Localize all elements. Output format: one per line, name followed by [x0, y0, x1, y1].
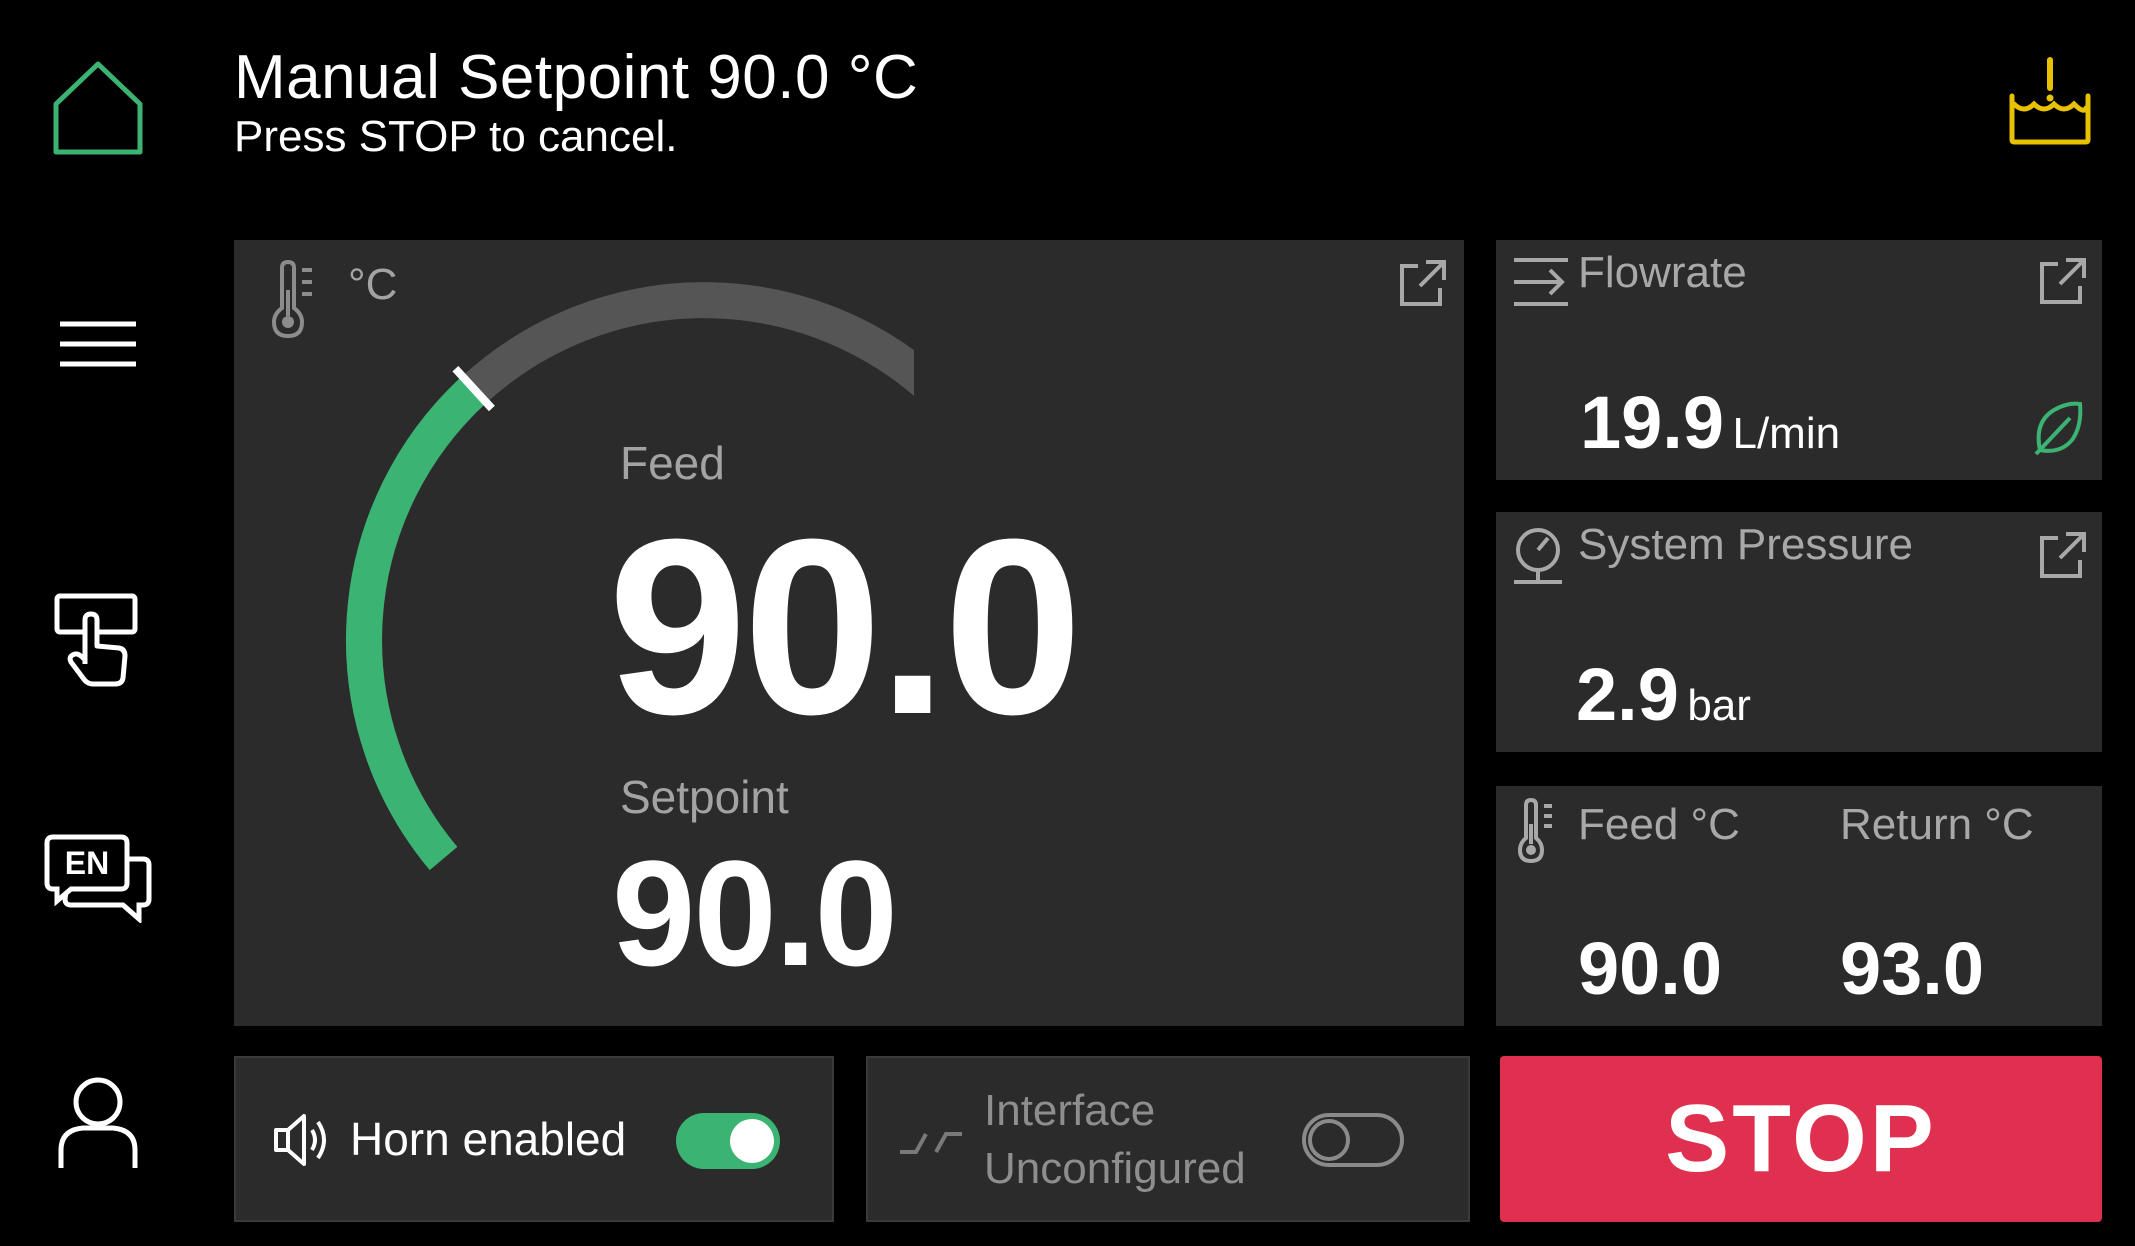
feed-return-card[interactable]: Feed °C Return °C 90.0 93.0 [1496, 786, 2102, 1026]
interface-link-icon [898, 1128, 964, 1158]
language-icon[interactable]: EN [40, 820, 155, 935]
menu-icon[interactable] [40, 286, 155, 401]
flowrate-unit: L/min [1732, 409, 1841, 458]
feed-temp-label: Feed °C [1578, 800, 1740, 849]
thermometer-icon [1514, 797, 1564, 864]
flowrate-value: 19.9 [1580, 381, 1725, 464]
return-temp-label: Return °C [1840, 800, 2034, 849]
horn-panel: Horn enabled [234, 1056, 834, 1222]
system-pressure-unit: bar [1687, 681, 1751, 730]
feed-value: 90.0 [608, 487, 1083, 766]
leaf-icon [2032, 400, 2084, 456]
flowrate-card[interactable]: Flowrate 19.9 L/min [1496, 240, 2102, 480]
interface-label-line1: Interface [984, 1086, 1156, 1135]
interface-panel: Interface Unconfigured [866, 1056, 1470, 1222]
horn-toggle[interactable] [676, 1113, 780, 1169]
setpoint-label: Setpoint [620, 771, 789, 823]
page-subtitle: Press STOP to cancel. [234, 112, 678, 161]
open-external-icon[interactable] [2036, 256, 2088, 308]
return-temp-value: 93.0 [1840, 927, 1985, 1010]
setpoint-value: 90.0 [612, 829, 898, 997]
flowrate-icon [1512, 256, 1570, 308]
language-label: EN [64, 845, 108, 881]
open-external-icon[interactable] [2036, 530, 2088, 582]
feed-temp-value: 90.0 [1578, 927, 1723, 1010]
feed-label: Feed [620, 437, 725, 489]
horn-label: Horn enabled [350, 1113, 627, 1165]
tank-level-warning-icon[interactable] [2000, 52, 2100, 152]
horn-toggle-knob [730, 1119, 774, 1163]
page-title: Manual Setpoint 90.0 °C [234, 43, 919, 112]
flowrate-label: Flowrate [1578, 248, 1747, 297]
interface-toggle[interactable] [1302, 1113, 1404, 1167]
system-pressure-value: 2.9 [1576, 653, 1679, 736]
system-pressure-label: System Pressure [1578, 520, 1913, 569]
gauge-fill [346, 376, 487, 871]
speaker-icon [272, 1112, 332, 1168]
pressure-icon [1510, 526, 1566, 588]
home-icon[interactable] [40, 48, 155, 163]
open-external-icon[interactable] [1396, 258, 1448, 310]
system-pressure-card[interactable]: System Pressure 2.9 bar [1496, 512, 2102, 752]
interface-toggle-knob [1308, 1119, 1350, 1161]
temperature-card[interactable]: °C Feed 90.0 Setpoint 90.0 [234, 240, 1464, 1026]
stop-button[interactable]: STOP [1500, 1056, 2102, 1222]
interface-label-line2: Unconfigured [984, 1144, 1246, 1193]
stop-button-label: STOP [1665, 1085, 1937, 1192]
touch-control-icon[interactable] [40, 582, 155, 697]
user-icon[interactable] [40, 1064, 155, 1179]
